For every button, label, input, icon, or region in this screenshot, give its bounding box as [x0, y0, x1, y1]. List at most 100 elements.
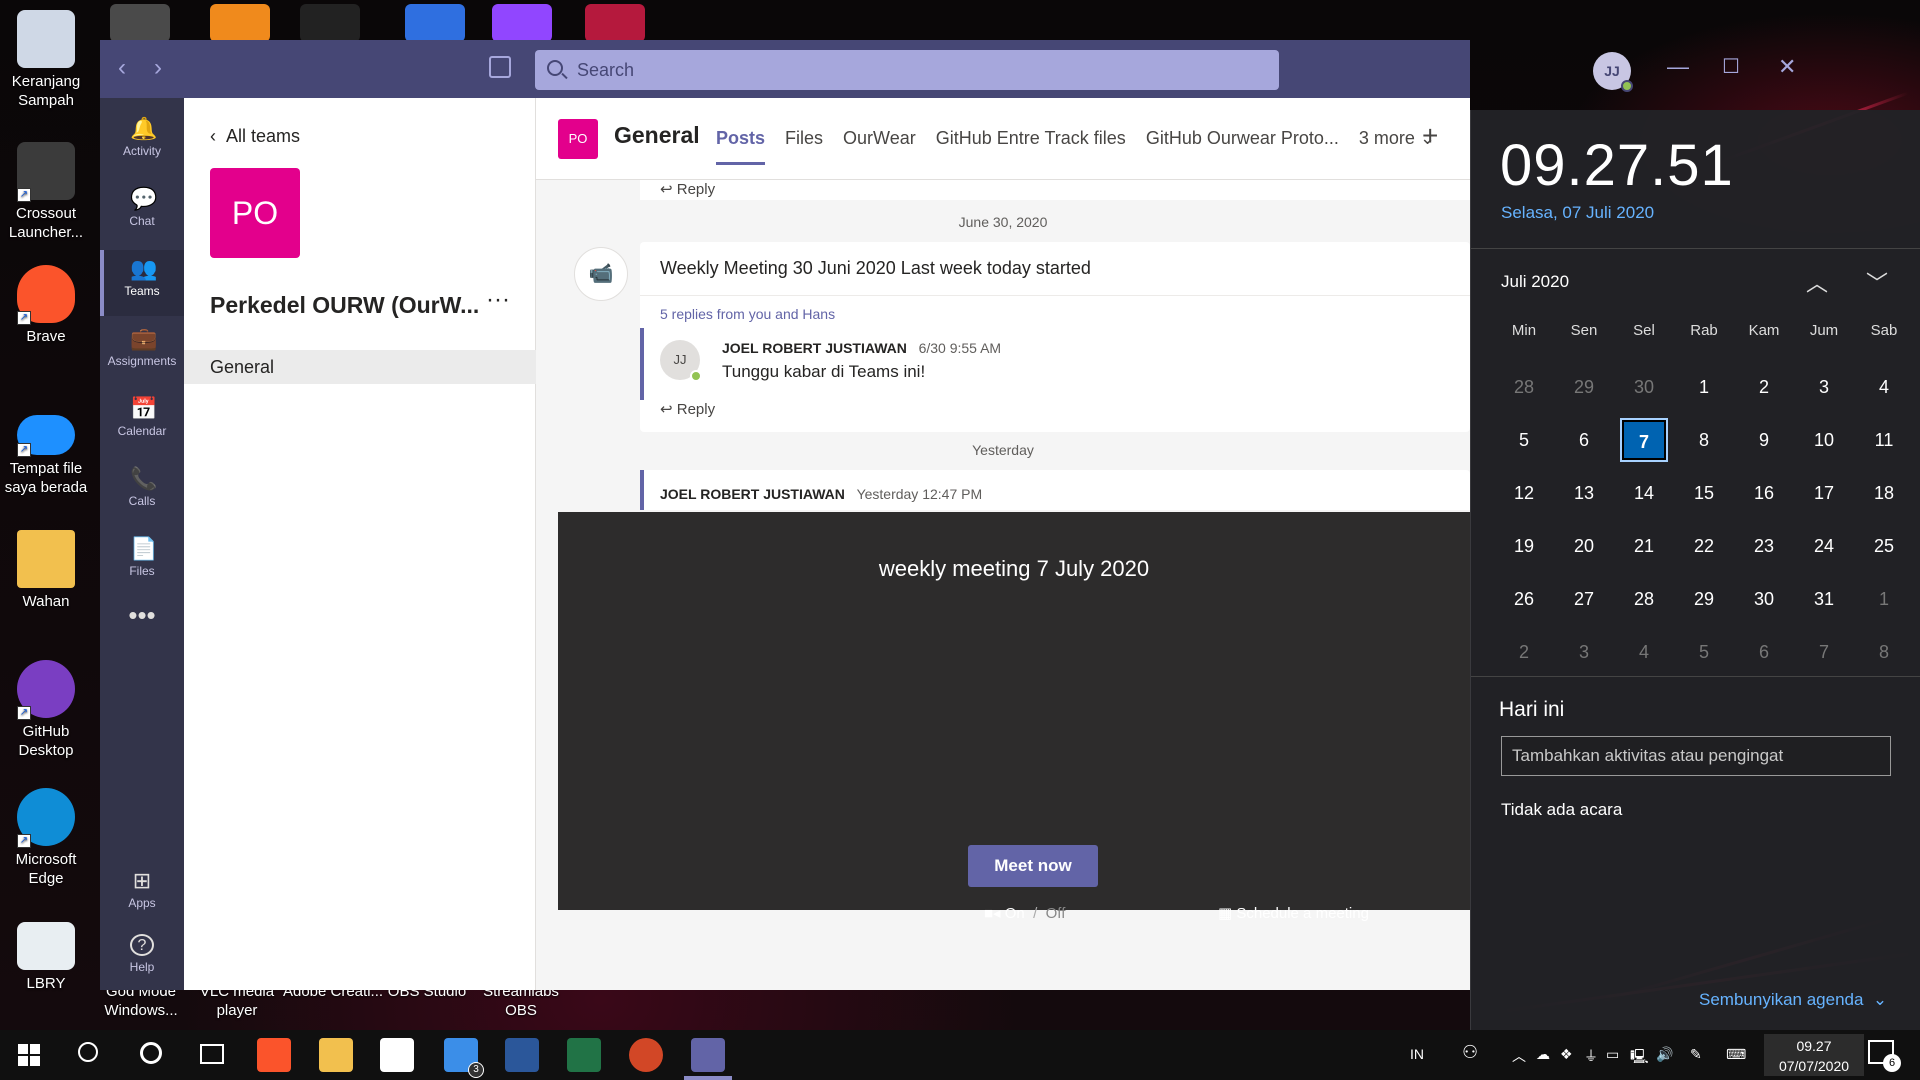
calendar-day[interactable]: 3: [1560, 630, 1608, 674]
calendar-day[interactable]: 23: [1740, 524, 1788, 568]
meeting-post-title[interactable]: Weekly Meeting 30 Juni 2020 Last week to…: [640, 242, 1470, 296]
microsoft-store-icon[interactable]: [380, 1038, 414, 1072]
search-input[interactable]: Search: [535, 50, 1279, 90]
replies-count-link[interactable]: 5 replies from you and Hans: [640, 296, 1470, 322]
docs-icon[interactable]: [405, 4, 465, 42]
calendar-day[interactable]: 26: [1500, 577, 1548, 621]
tab-ourwear[interactable]: OurWear: [843, 128, 916, 149]
tab-github-ourwear[interactable]: GitHub Ourwear Proto...: [1146, 128, 1339, 149]
brave-icon[interactable]: [257, 1038, 291, 1072]
calendar-day[interactable]: 29: [1560, 365, 1608, 409]
calendar-day[interactable]: 14: [1620, 471, 1668, 515]
task-view-icon[interactable]: [200, 1044, 224, 1064]
calendar-day[interactable]: 16: [1740, 471, 1788, 515]
calendar-day[interactable]: 1: [1860, 577, 1908, 621]
camera-toggle[interactable]: ■◂ On / Off: [984, 904, 1065, 922]
tab-posts[interactable]: Posts: [716, 128, 766, 165]
onedrive-tray-icon[interactable]: ☁: [1536, 1046, 1550, 1063]
desktop-icon-recycle-bin[interactable]: Keranjang Sampah: [4, 10, 88, 110]
calendar-day[interactable]: 12: [1500, 471, 1548, 515]
next-month-icon[interactable]: ﹀: [1862, 266, 1892, 298]
calendar-day[interactable]: 29: [1680, 577, 1728, 621]
rail-assignments[interactable]: 💼 Assignments: [100, 320, 184, 386]
calendar-day[interactable]: 28: [1500, 365, 1548, 409]
calendar-day[interactable]: 31: [1800, 577, 1848, 621]
search-icon[interactable]: [78, 1042, 98, 1062]
calendar-day[interactable]: 1: [1680, 365, 1728, 409]
desktop-icon-onedrive[interactable]: ↗ Tempat file saya berada: [4, 405, 88, 497]
battery-icon[interactable]: ▭: [1606, 1046, 1619, 1063]
calendar-day[interactable]: 17: [1800, 471, 1848, 515]
rail-teams[interactable]: 👥 Teams: [100, 250, 184, 316]
calendar-day[interactable]: 8: [1860, 630, 1908, 674]
pen-icon[interactable]: ✎: [1690, 1046, 1702, 1063]
calendar-day[interactable]: 19: [1500, 524, 1548, 568]
calendar-day[interactable]: 4: [1860, 365, 1908, 409]
channel-general[interactable]: General: [184, 350, 536, 384]
team-more-options-icon[interactable]: ···: [486, 286, 510, 314]
taskbar-clock[interactable]: 09.27 07/07/2020: [1764, 1034, 1864, 1076]
calendar-day[interactable]: 13: [1560, 471, 1608, 515]
calendar-day[interactable]: 24: [1800, 524, 1848, 568]
twitch-icon[interactable]: [492, 4, 552, 42]
calendar-day[interactable]: 21: [1620, 524, 1668, 568]
calendar-day[interactable]: 7: [1620, 418, 1668, 462]
reply-button[interactable]: ↩ Reply: [640, 181, 715, 198]
excel-icon[interactable]: [567, 1038, 601, 1072]
input-language[interactable]: IN: [1410, 1046, 1424, 1062]
hide-agenda-link[interactable]: Sembunyikan agenda ⌄: [1699, 990, 1887, 1010]
rail-activity[interactable]: 🔔 Activity: [100, 110, 184, 176]
notifications-icon[interactable]: 6: [1868, 1040, 1901, 1072]
game-icon[interactable]: [585, 4, 645, 42]
dropbox-icon[interactable]: ❖: [1560, 1046, 1573, 1063]
calendar-day[interactable]: 7: [1800, 630, 1848, 674]
calendar-day[interactable]: 9: [1740, 418, 1788, 462]
add-tab-icon[interactable]: +: [1422, 120, 1438, 152]
calendar-day[interactable]: 5: [1680, 630, 1728, 674]
calendar-day[interactable]: 2: [1500, 630, 1548, 674]
user-avatar[interactable]: JJ: [1593, 52, 1633, 92]
calendar-day[interactable]: 15: [1680, 471, 1728, 515]
schedule-meeting-button[interactable]: ▦ Schedule a meeting: [1218, 904, 1369, 922]
chevron-up-icon[interactable]: ︿: [1512, 1046, 1526, 1066]
desktop-icon-lbry[interactable]: LBRY: [4, 922, 88, 993]
calendar-day[interactable]: 8: [1680, 418, 1728, 462]
blender-icon[interactable]: [210, 4, 270, 42]
clock-long-date[interactable]: Selasa, 07 Juli 2020: [1501, 203, 1654, 223]
meeting-subject[interactable]: weekly meeting 7 July 2020: [558, 556, 1470, 582]
calendar-day[interactable]: 30: [1620, 365, 1668, 409]
agenda-add-event-input[interactable]: Tambahkan aktivitas atau pengingat: [1501, 736, 1891, 776]
all-teams-link[interactable]: ‹ All teams: [210, 126, 300, 147]
rail-files[interactable]: 📄 Files: [100, 530, 184, 596]
previous-month-icon[interactable]: ︿: [1802, 266, 1832, 298]
powerpoint-icon[interactable]: [629, 1038, 663, 1072]
desktop-icon-brave[interactable]: ↗ Brave: [4, 265, 88, 346]
desktop-icon-github[interactable]: ↗ GitHub Desktop: [4, 660, 88, 760]
calendar-day[interactable]: 25: [1860, 524, 1908, 568]
calendar-day[interactable]: 20: [1560, 524, 1608, 568]
rail-more[interactable]: •••: [100, 600, 184, 666]
calendar-day[interactable]: 22: [1680, 524, 1728, 568]
calendar-day[interactable]: 6: [1740, 630, 1788, 674]
usb-icon[interactable]: ⏚: [1584, 1046, 1598, 1066]
minimize-icon[interactable]: —: [1667, 54, 1689, 80]
teams-icon[interactable]: [691, 1038, 725, 1072]
calendar-day[interactable]: 18: [1860, 471, 1908, 515]
calendar-day[interactable]: 27: [1560, 577, 1608, 621]
people-icon[interactable]: ⚇: [1462, 1042, 1478, 1063]
reply-button[interactable]: ↩ Reply: [640, 401, 715, 418]
desktop-icon-crossout[interactable]: ↗ Crossout Launcher...: [4, 142, 88, 242]
rail-help[interactable]: ? Help: [100, 926, 184, 992]
file-explorer-icon[interactable]: [319, 1038, 353, 1072]
calendar-day[interactable]: 6: [1560, 418, 1608, 462]
forward-arrow-icon[interactable]: ›: [154, 54, 162, 82]
start-windows-icon[interactable]: [18, 1044, 40, 1066]
touch-keyboard-icon[interactable]: ⌨: [1726, 1046, 1746, 1063]
rail-calendar[interactable]: 📅 Calendar: [100, 390, 184, 456]
calendar-day[interactable]: 10: [1800, 418, 1848, 462]
word-icon[interactable]: [505, 1038, 539, 1072]
settings-icon[interactable]: [110, 4, 170, 42]
calendar-day[interactable]: 30: [1740, 577, 1788, 621]
calendar-day[interactable]: 4: [1620, 630, 1668, 674]
volume-icon[interactable]: 🔊: [1656, 1046, 1673, 1063]
